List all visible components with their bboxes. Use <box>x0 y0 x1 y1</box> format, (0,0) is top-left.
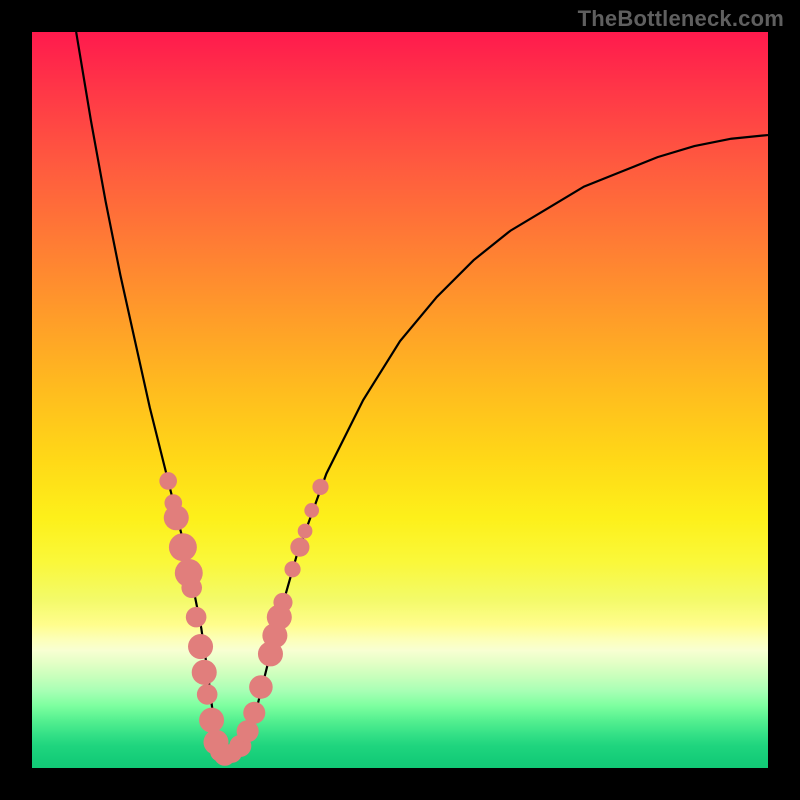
data-point-marker <box>290 538 309 557</box>
data-point-marker <box>181 577 202 598</box>
data-point-marker <box>164 505 189 530</box>
data-point-marker <box>304 503 319 518</box>
data-point-marker <box>169 533 197 561</box>
watermark-text: TheBottleneck.com <box>578 6 784 32</box>
data-point-marker <box>249 675 273 699</box>
data-point-marker <box>284 561 300 577</box>
data-point-marker <box>186 607 207 628</box>
data-point-marker <box>192 660 217 685</box>
marker-group <box>159 472 328 766</box>
plot-area <box>32 32 768 768</box>
data-point-marker <box>243 702 265 724</box>
data-point-marker <box>298 524 313 539</box>
data-point-marker <box>199 708 224 733</box>
data-point-marker <box>312 479 328 495</box>
curve-layer <box>32 32 768 768</box>
bottleneck-curve <box>76 32 768 753</box>
chart-frame: TheBottleneck.com <box>0 0 800 800</box>
data-point-marker <box>273 593 292 612</box>
data-point-marker <box>197 684 218 705</box>
data-point-marker <box>188 634 213 659</box>
data-point-marker <box>159 472 177 490</box>
